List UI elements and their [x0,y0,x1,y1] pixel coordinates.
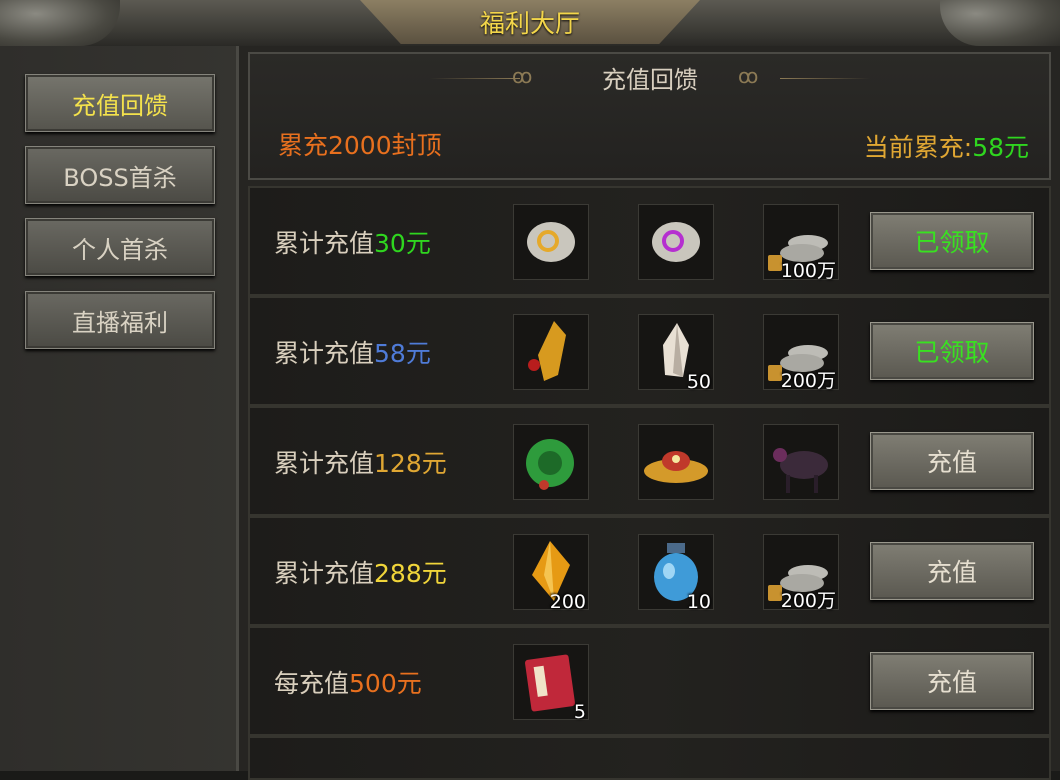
swirl-ornament-right-icon: ꝏ [738,64,759,88]
purple-scroll-icon[interactable] [638,204,714,280]
reward-row-label: 累计充值288元 [274,554,447,590]
label-prefix: 累计充值 [274,449,375,478]
current-total-label: 当前累充: [863,133,973,162]
item-quantity: 10 [686,591,711,613]
bound-silver-icon[interactable]: 100万 [763,204,839,282]
reward-row: 累计充值288元 200 10 200万 充值 [248,516,1051,626]
jeweled-hat-icon[interactable] [638,424,714,500]
recharge-button[interactable]: 充值 [870,432,1034,490]
label-prefix: 累计充值 [274,559,375,588]
item-quantity: 200万 [780,370,836,392]
recharge-button[interactable]: 充值 [870,652,1034,710]
reward-row-label: 累计充值30元 [274,224,431,260]
bound-silver-icon[interactable]: 200万 [763,314,839,392]
item-quantity: 100万 [780,260,836,282]
cap-notice: 累充2000封顶 [278,131,442,160]
reward-row: 累计充值58元 50 200万 已领取 [248,296,1051,406]
reward-row-partial [248,736,1051,780]
amount: 288元 [374,559,447,588]
recharge-button[interactable]: 充值 [870,542,1034,600]
reward-row: 每充值500元 5 充值 [248,626,1051,736]
amount: 30元 [374,229,431,258]
label-prefix: 每充值 [274,669,350,698]
label-prefix: 累计充值 [274,229,375,258]
claimed-button[interactable]: 已领取 [870,212,1034,270]
sidebar: 充值回馈 BOSS首杀 个人首杀 直播福利 [0,46,239,771]
claimed-button[interactable]: 已领取 [870,322,1034,380]
item-quantity: 200 [549,591,586,613]
amount: 128元 [374,449,447,478]
sidebar-item-personal-first-kill[interactable]: 个人首杀 [25,218,215,276]
blue-potion-jar-icon[interactable]: 10 [638,534,714,613]
reward-row-label: 累计充值128元 [274,444,447,480]
main-panel: ꝏ 充值回馈 ꝏ 累充2000封顶 当前累充:58元 累计充值30元 100万 … [239,46,1060,780]
item-quantity: 50 [686,371,711,393]
amount: 58元 [374,339,431,368]
bound-silver-icon[interactable]: 200万 [763,534,839,612]
sidebar-item-boss-first-kill[interactable]: BOSS首杀 [25,146,215,204]
reward-row-label: 每充值500元 [274,664,422,700]
dragon-ornament-right-icon [940,0,1060,46]
reward-row: 累计充值30元 100万 已领取 [248,186,1051,296]
window-title-bar: 福利大厅 [0,0,1060,48]
current-total-value: 58元 [972,133,1029,162]
sidebar-item-recharge-feedback[interactable]: 充值回馈 [25,74,215,132]
crystal-shard-icon[interactable]: 50 [638,314,714,393]
amount: 500元 [349,669,422,698]
dragon-ornament-left-icon [0,0,120,46]
header-divider-right [780,78,870,79]
label-prefix: 累计充值 [274,339,375,368]
red-book-icon[interactable]: 5 [513,644,589,723]
gold-scroll-icon[interactable] [513,204,589,280]
amber-gem-icon[interactable]: 200 [513,534,589,613]
dark-mount-icon[interactable] [763,424,839,500]
item-quantity: 200万 [780,590,836,612]
window-title: 福利大厅 [479,9,580,38]
reward-row: 累计充值128元 充值 [248,406,1051,516]
current-total: 当前累充:58元 [864,128,1029,164]
item-quantity: 5 [573,701,586,723]
golden-weapon-icon[interactable] [513,314,589,390]
header-box: ꝏ 充值回馈 ꝏ 累充2000封顶 当前累充:58元 [248,52,1051,180]
jade-pendant-icon[interactable] [513,424,589,500]
sidebar-item-live-welfare[interactable]: 直播福利 [25,291,215,349]
reward-row-label: 累计充值58元 [274,334,431,370]
